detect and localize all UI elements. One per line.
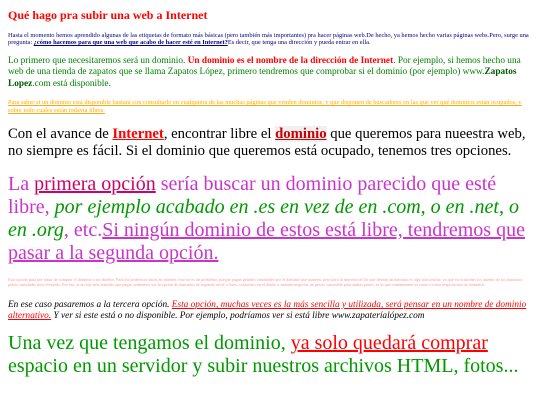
hosting-text-a: Una vez que tengamos el dominio,	[8, 332, 291, 355]
internet-keyword[interactable]: Internet	[112, 126, 163, 142]
first-option-keyword: primera opción	[34, 173, 156, 196]
domain-definition: Un dominio es el nombre de la dirección …	[187, 55, 394, 66]
domain-paragraph: Lo primero que necesitaremos será un dom…	[8, 56, 532, 91]
intro-tail: Es decir, que tenga una dirección y pued…	[227, 39, 371, 47]
availability-text: Para saber si un dominio está disponible…	[8, 99, 522, 114]
domain-text-a: Lo primero que necesitaremos será un dom…	[8, 55, 188, 66]
internet-text-c: , encontrar libre el	[163, 126, 276, 143]
third-option-text-c: Y ver si este está o no disponible. Por …	[51, 311, 425, 322]
availability-paragraph: Para saber si un dominio está disponible…	[8, 99, 532, 114]
page: Qué hago pra subir una web a Internet Ha…	[0, 0, 540, 378]
intro-paragraph: Hasta el momento hemos aprendido algunas…	[8, 32, 532, 47]
purchase-paragraph: Esta opción pasa por tratar de comprar e…	[8, 277, 523, 288]
third-option-paragraph: En ese caso pasaremos a la tercera opció…	[8, 300, 532, 322]
domain-text-e: .com está disponible.	[32, 78, 111, 89]
hosting-paragraph: Una vez que tengamos el dominio, ya solo…	[8, 332, 532, 378]
dominio-keyword[interactable]: dominio	[275, 126, 327, 143]
hosting-text-c: espacio en un servidor y subir nuestros …	[8, 355, 519, 378]
hosting-highlight: ya solo quedará comprar	[290, 332, 488, 355]
question-link[interactable]: ¿cómo hacemos para que una web que acabo…	[34, 39, 228, 46]
third-option-text-a: En ese caso pasaremos a la tercera opció…	[8, 300, 172, 311]
first-option-paragraph: La primera opción sería buscar un domini…	[8, 173, 532, 265]
first-option-text-e: , etc.	[63, 219, 103, 242]
page-title: Qué hago pra subir una web a Internet	[8, 8, 208, 22]
first-option-text-a: La	[8, 173, 35, 196]
internet-paragraph: Con el avance de Internet, encontrar lib…	[8, 126, 532, 159]
internet-text-a: Con el avance de	[8, 126, 113, 143]
